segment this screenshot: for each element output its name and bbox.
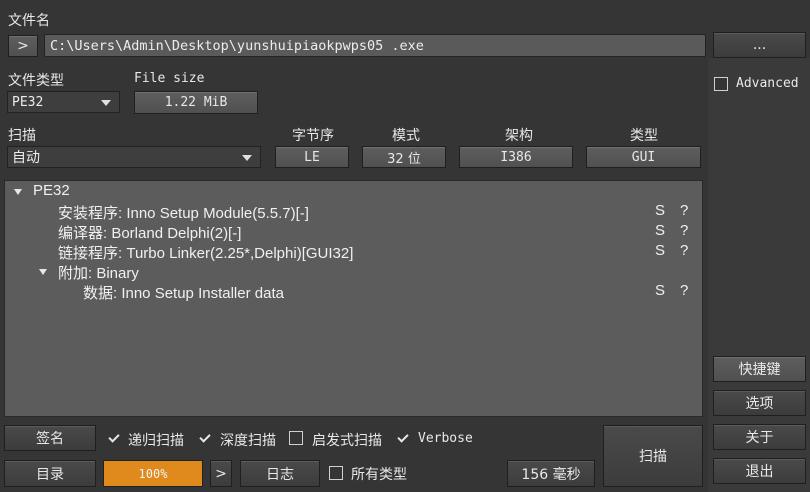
result-tree[interactable]: PE32 安装程序: Inno Setup Module(5.5.7)[-] S… xyxy=(4,180,703,417)
tree-item-data-q[interactable]: ? xyxy=(680,282,688,299)
type-value[interactable]: GUI xyxy=(586,146,701,168)
tree-item-installer-s[interactable]: S xyxy=(655,202,665,219)
tree-item-compiler[interactable]: 编译器: Borland Delphi(2)[-] xyxy=(58,222,241,243)
tree-item-compiler-q[interactable]: ? xyxy=(680,222,688,239)
recursive-scan-checkbox[interactable] xyxy=(107,431,121,445)
recursive-scan-label: 递归扫描 xyxy=(128,433,184,449)
mode-value[interactable]: 32 位 xyxy=(362,146,446,168)
heuristic-scan-label: 启发式扫描 xyxy=(312,433,382,449)
shortcuts-button[interactable]: 快捷键 xyxy=(713,356,806,382)
advanced-label: Advanced xyxy=(736,76,799,91)
endianness-value[interactable]: LE xyxy=(275,146,349,168)
tree-root[interactable]: PE32 xyxy=(33,182,70,199)
type-label: 类型 xyxy=(630,128,658,144)
tree-item-compiler-s[interactable]: S xyxy=(655,222,665,239)
chevron-down-icon xyxy=(242,155,252,161)
tree-item-installer-q[interactable]: ? xyxy=(680,202,688,219)
endianness-label: 字节序 xyxy=(292,128,334,144)
tree-item-data-s[interactable]: S xyxy=(655,282,665,299)
options-button[interactable]: 选项 xyxy=(713,390,806,416)
all-types-label: 所有类型 xyxy=(351,467,407,483)
chevron-right-icon: > xyxy=(215,465,227,482)
chevron-down-icon xyxy=(101,100,111,106)
tree-item-linker[interactable]: 链接程序: Turbo Linker(2.25*,Delphi)[GUI32] xyxy=(58,242,353,263)
scan-mode-value: 自动 xyxy=(12,150,40,166)
elapsed-time: 156 毫秒 xyxy=(507,460,595,487)
file-type-select[interactable]: PE32 xyxy=(7,91,120,113)
about-button[interactable]: 关于 xyxy=(713,424,806,450)
chevron-right-icon: > xyxy=(17,38,29,54)
tree-item-overlay[interactable]: 附加: Binary xyxy=(58,262,139,283)
heuristic-scan-checkbox[interactable] xyxy=(289,431,303,445)
tree-item-installer[interactable]: 安装程序: Inno Setup Module(5.5.7)[-] xyxy=(58,202,309,223)
mode-label: 模式 xyxy=(392,128,420,144)
tree-item-linker-q[interactable]: ? xyxy=(680,242,688,259)
signature-button[interactable]: 签名 xyxy=(4,425,96,451)
file-size-value[interactable]: 1.22 MiB xyxy=(134,91,258,114)
expand-triangle-icon[interactable] xyxy=(14,189,22,195)
file-type-label: 文件类型 xyxy=(8,73,64,89)
scan-label: 扫描 xyxy=(8,128,36,144)
exit-button[interactable]: 退出 xyxy=(713,458,806,484)
tree-item-linker-s[interactable]: S xyxy=(655,242,665,259)
expand-triangle-icon[interactable] xyxy=(39,269,47,275)
scan-mode-select[interactable]: 自动 xyxy=(7,146,261,168)
arch-value[interactable]: I386 xyxy=(459,146,573,168)
file-size-label: File size xyxy=(134,71,205,86)
deep-scan-label: 深度扫描 xyxy=(220,433,276,449)
arch-label: 架构 xyxy=(505,128,533,144)
tree-item-data[interactable]: 数据: Inno Setup Installer data xyxy=(83,282,284,303)
deep-scan-checkbox[interactable] xyxy=(198,431,212,445)
browse-button[interactable]: ... xyxy=(713,32,806,58)
progress-text: 100% xyxy=(138,466,168,481)
all-types-checkbox[interactable] xyxy=(329,466,343,480)
scan-button[interactable]: 扫描 xyxy=(603,425,703,487)
directory-button[interactable]: 目录 xyxy=(4,460,96,487)
log-button[interactable]: 日志 xyxy=(240,460,320,487)
verbose-checkbox[interactable] xyxy=(396,431,410,445)
advanced-checkbox[interactable] xyxy=(714,77,728,91)
next-button[interactable]: > xyxy=(210,460,232,487)
file-type-value: PE32 xyxy=(12,94,44,110)
scan-progress-bar: 100% xyxy=(103,460,203,487)
file-expand-button[interactable]: > xyxy=(8,35,38,57)
file-path-field[interactable]: C:\Users\Admin\Desktop\yunshuipiaokpwps0… xyxy=(44,34,706,57)
verbose-label: Verbose xyxy=(418,431,473,446)
file-name-label: 文件名 xyxy=(8,13,50,29)
